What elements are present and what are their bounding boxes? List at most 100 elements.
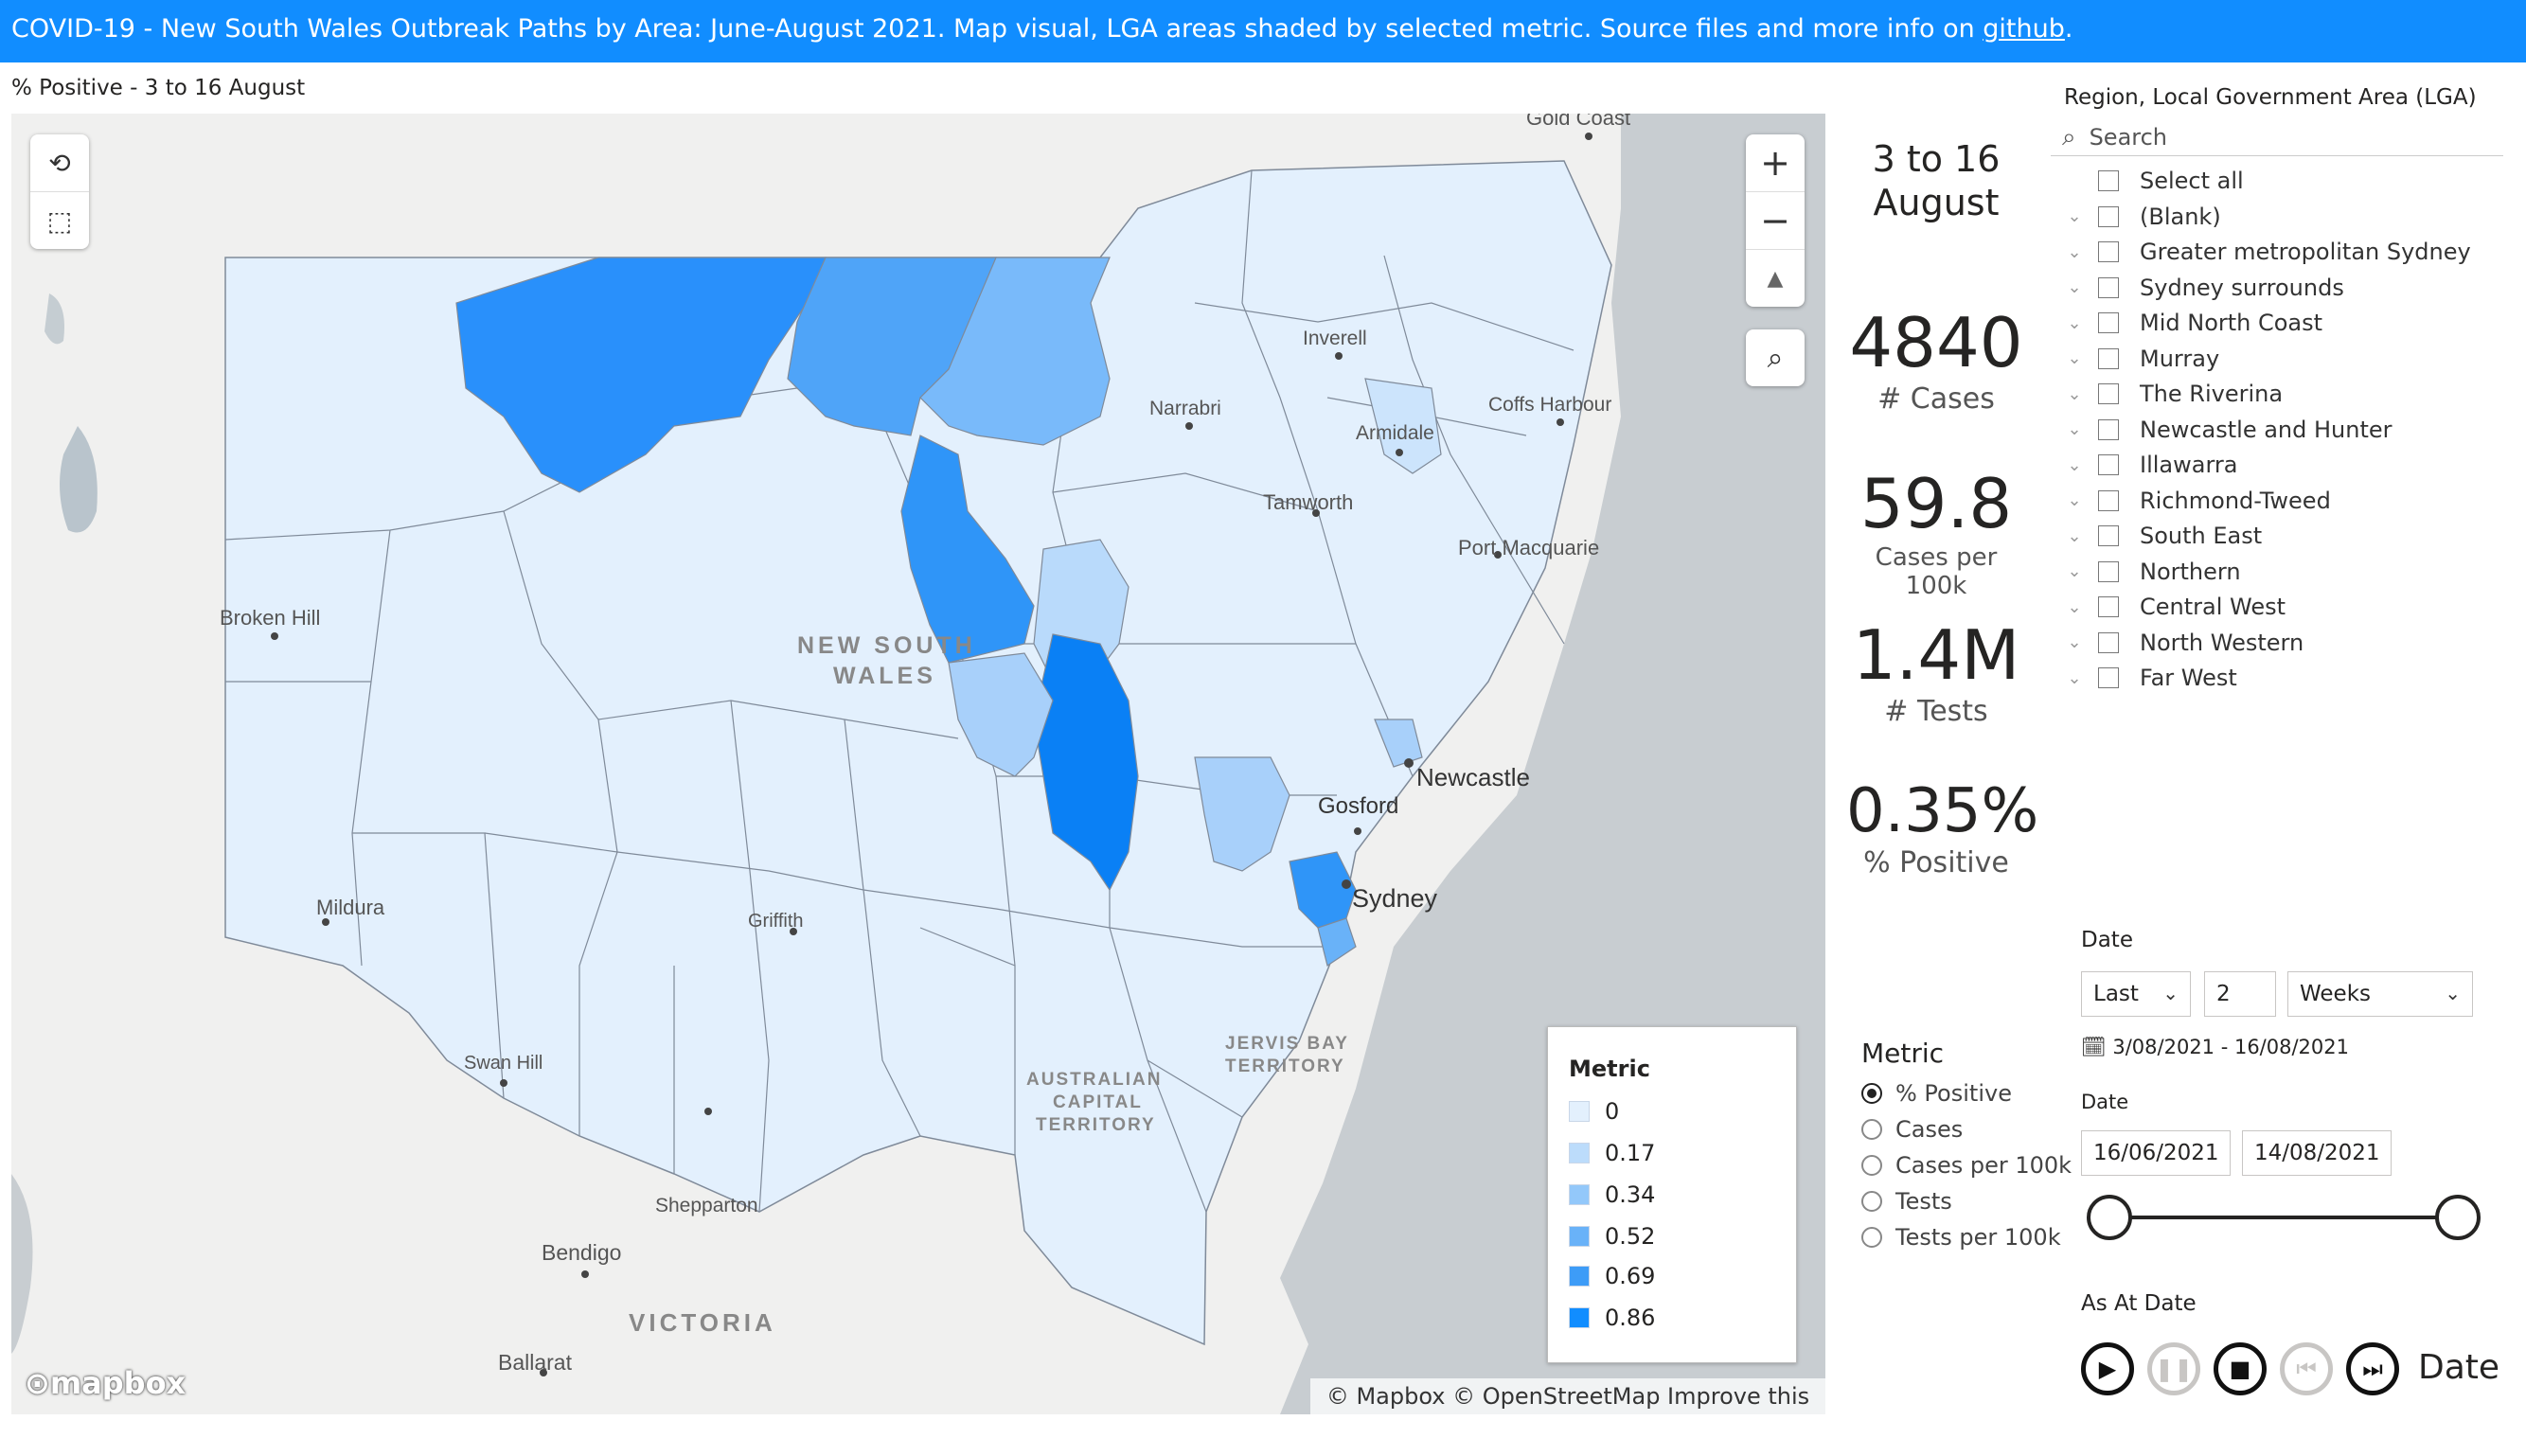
map-visual[interactable]: Gold Coast Inverell Coffs Harbour Narrab… bbox=[11, 114, 1825, 1414]
chevron-down-icon[interactable]: ⌄ bbox=[2064, 313, 2085, 333]
chevron-down-icon[interactable]: ⌄ bbox=[2064, 277, 2085, 297]
relative-mode-dropdown[interactable]: Last ⌄ bbox=[2081, 971, 2191, 1017]
slicer-checkbox[interactable] bbox=[2098, 596, 2119, 617]
slicer-item-label: North Western bbox=[2140, 629, 2304, 656]
chevron-down-icon[interactable]: ⌄ bbox=[2064, 348, 2085, 368]
rect-select-button[interactable]: ⬚ bbox=[30, 192, 89, 249]
legend-item: 0.86 bbox=[1569, 1304, 1655, 1332]
slicer-checkbox[interactable] bbox=[2098, 241, 2119, 262]
slicer-item[interactable]: ⌄ Mid North Coast bbox=[2064, 307, 2322, 339]
slicer-checkbox[interactable] bbox=[2098, 312, 2119, 333]
slicer-item[interactable]: ⌄ The Riverina bbox=[2064, 378, 2283, 410]
date-slider-track[interactable] bbox=[2109, 1216, 2458, 1219]
github-link[interactable]: github bbox=[1983, 14, 2065, 44]
slicer-item[interactable]: ⌄ Sydney surrounds bbox=[2064, 272, 2343, 304]
date-slider-end-handle[interactable] bbox=[2435, 1195, 2481, 1240]
map-legend: Metric 0 0.17 0.34 0.52 0.69 0.86 bbox=[1547, 1026, 1797, 1363]
slicer-item[interactable]: ⌄ South East bbox=[2064, 520, 2262, 552]
radio-cases[interactable]: Cases bbox=[1861, 1113, 1963, 1145]
map-attribution[interactable]: © Mapbox © OpenStreetMap Improve this ma… bbox=[1310, 1378, 1825, 1414]
slicer-item[interactable]: ⌄ Central West bbox=[2064, 591, 2286, 623]
slicer-checkbox[interactable] bbox=[2098, 631, 2119, 653]
slicer-checkbox[interactable] bbox=[2098, 489, 2119, 511]
next-button[interactable]: ⏭ bbox=[2346, 1342, 2399, 1395]
slicer-checkbox[interactable] bbox=[2098, 276, 2119, 298]
chevron-down-icon[interactable]: ⌄ bbox=[2064, 384, 2085, 404]
slicer-checkbox[interactable] bbox=[2098, 525, 2119, 546]
relative-count-input[interactable]: 2 bbox=[2204, 971, 2276, 1017]
slicer-item[interactable]: ⌄ Murray bbox=[2064, 343, 2219, 375]
relative-count-value: 2 bbox=[2216, 982, 2231, 1006]
relative-unit-value: Weeks bbox=[2300, 982, 2371, 1006]
place-label: Swan Hill bbox=[464, 1053, 543, 1074]
radio-dot[interactable] bbox=[1861, 1227, 1882, 1248]
zoom-in-button[interactable]: + bbox=[1746, 134, 1805, 192]
place-label: Narrabri bbox=[1149, 398, 1221, 419]
chevron-down-icon[interactable]: ⌄ bbox=[2064, 490, 2085, 510]
slicer-search[interactable]: ⌕ Search bbox=[2051, 119, 2503, 156]
chevron-down-icon[interactable]: ⌄ bbox=[2064, 632, 2085, 652]
chevron-down-icon[interactable]: ⌄ bbox=[2064, 206, 2085, 226]
start-date-value: 16/06/2021 bbox=[2093, 1141, 2219, 1165]
radio-tests-per-100k[interactable]: Tests per 100k bbox=[1861, 1221, 2061, 1253]
compass-button[interactable]: ▲ bbox=[1746, 250, 1805, 307]
chevron-down-icon[interactable]: ⌄ bbox=[2064, 455, 2085, 475]
previous-button[interactable]: ⏮ bbox=[2280, 1342, 2333, 1395]
place-label: Mildura bbox=[316, 896, 385, 919]
legend-item: 0.52 bbox=[1569, 1222, 1655, 1251]
chevron-down-icon[interactable]: ⌄ bbox=[2064, 419, 2085, 439]
chevron-down-icon[interactable]: ⌄ bbox=[2064, 668, 2085, 688]
slicer-checkbox[interactable] bbox=[2098, 560, 2119, 582]
slicer-item-label: Murray bbox=[2140, 345, 2220, 372]
legend-item: 0.17 bbox=[1569, 1139, 1655, 1167]
radio-dot[interactable] bbox=[1861, 1119, 1882, 1140]
date-range-text: 🗓 3/08/2021 - 16/08/2021 bbox=[2081, 1036, 2349, 1059]
place-label: TERRITORY bbox=[1225, 1056, 1345, 1076]
legend-swatch bbox=[1569, 1101, 1590, 1122]
slicer-item[interactable]: ⌄ (Blank) bbox=[2064, 201, 2220, 233]
radio-tests[interactable]: Tests bbox=[1861, 1185, 1952, 1217]
slicer-item[interactable]: ⌄ Far West bbox=[2064, 662, 2236, 694]
legend-label: 0.34 bbox=[1605, 1181, 1656, 1208]
zoom-out-button[interactable]: − bbox=[1746, 192, 1805, 250]
chevron-down-icon[interactable]: ⌄ bbox=[2064, 526, 2085, 546]
legend-title: Metric bbox=[1569, 1056, 1650, 1082]
slicer-item[interactable]: ⌄ Northern bbox=[2064, 556, 2240, 588]
search-input[interactable]: Search bbox=[2090, 124, 2167, 151]
slicer-checkbox[interactable] bbox=[2098, 347, 2119, 369]
slicer-checkbox[interactable] bbox=[2098, 454, 2119, 475]
chevron-down-icon[interactable]: ⌄ bbox=[2064, 597, 2085, 617]
tests-label: # Tests bbox=[1884, 695, 1988, 728]
slicer-item[interactable]: Select all bbox=[2064, 165, 2244, 197]
slicer-checkbox[interactable] bbox=[2098, 383, 2119, 404]
slicer-item[interactable]: ⌄ Greater metropolitan Sydney bbox=[2064, 236, 2470, 268]
end-date-input[interactable]: 14/08/2021 bbox=[2242, 1130, 2392, 1176]
slicer-item[interactable]: ⌄ North Western bbox=[2064, 627, 2304, 659]
radio-cases-per-100k[interactable]: Cases per 100k bbox=[1861, 1149, 2072, 1181]
map-search-button[interactable]: ⌕ bbox=[1746, 329, 1805, 386]
radio-dot[interactable] bbox=[1861, 1083, 1882, 1104]
stop-button[interactable]: ■ bbox=[2214, 1342, 2267, 1395]
play-button[interactable]: ▶ bbox=[2081, 1342, 2134, 1395]
chevron-down-icon[interactable]: ⌄ bbox=[2064, 242, 2085, 262]
date-range-value: 3/08/2021 - 16/08/2021 bbox=[2112, 1036, 2350, 1058]
slicer-checkbox[interactable] bbox=[2098, 667, 2119, 688]
slicer-item[interactable]: ⌄ Richmond-Tweed bbox=[2064, 485, 2330, 517]
lasso-select-button[interactable]: ⟲ bbox=[30, 134, 89, 192]
legend-label: 0.52 bbox=[1605, 1223, 1656, 1250]
slicer-checkbox[interactable] bbox=[2098, 205, 2119, 227]
radio-dot[interactable] bbox=[1861, 1155, 1882, 1176]
slicer-checkbox[interactable] bbox=[2098, 418, 2119, 440]
relative-unit-dropdown[interactable]: Weeks ⌄ bbox=[2287, 971, 2473, 1017]
slicer-item[interactable]: ⌄ Newcastle and Hunter bbox=[2064, 414, 2392, 446]
pause-button[interactable]: ❚❚ bbox=[2147, 1342, 2200, 1395]
slicer-item[interactable]: ⌄ Illawarra bbox=[2064, 449, 2237, 481]
date-slider-start-handle[interactable] bbox=[2087, 1195, 2132, 1240]
start-date-input[interactable]: 16/06/2021 bbox=[2081, 1130, 2231, 1176]
legend-label: 0.69 bbox=[1605, 1263, 1656, 1289]
radio-dot[interactable] bbox=[1861, 1191, 1882, 1212]
place-label: Ballarat bbox=[498, 1350, 572, 1375]
chevron-down-icon[interactable]: ⌄ bbox=[2064, 561, 2085, 581]
slicer-checkbox[interactable] bbox=[2098, 170, 2119, 191]
radio-positive[interactable]: % Positive bbox=[1861, 1077, 2012, 1110]
